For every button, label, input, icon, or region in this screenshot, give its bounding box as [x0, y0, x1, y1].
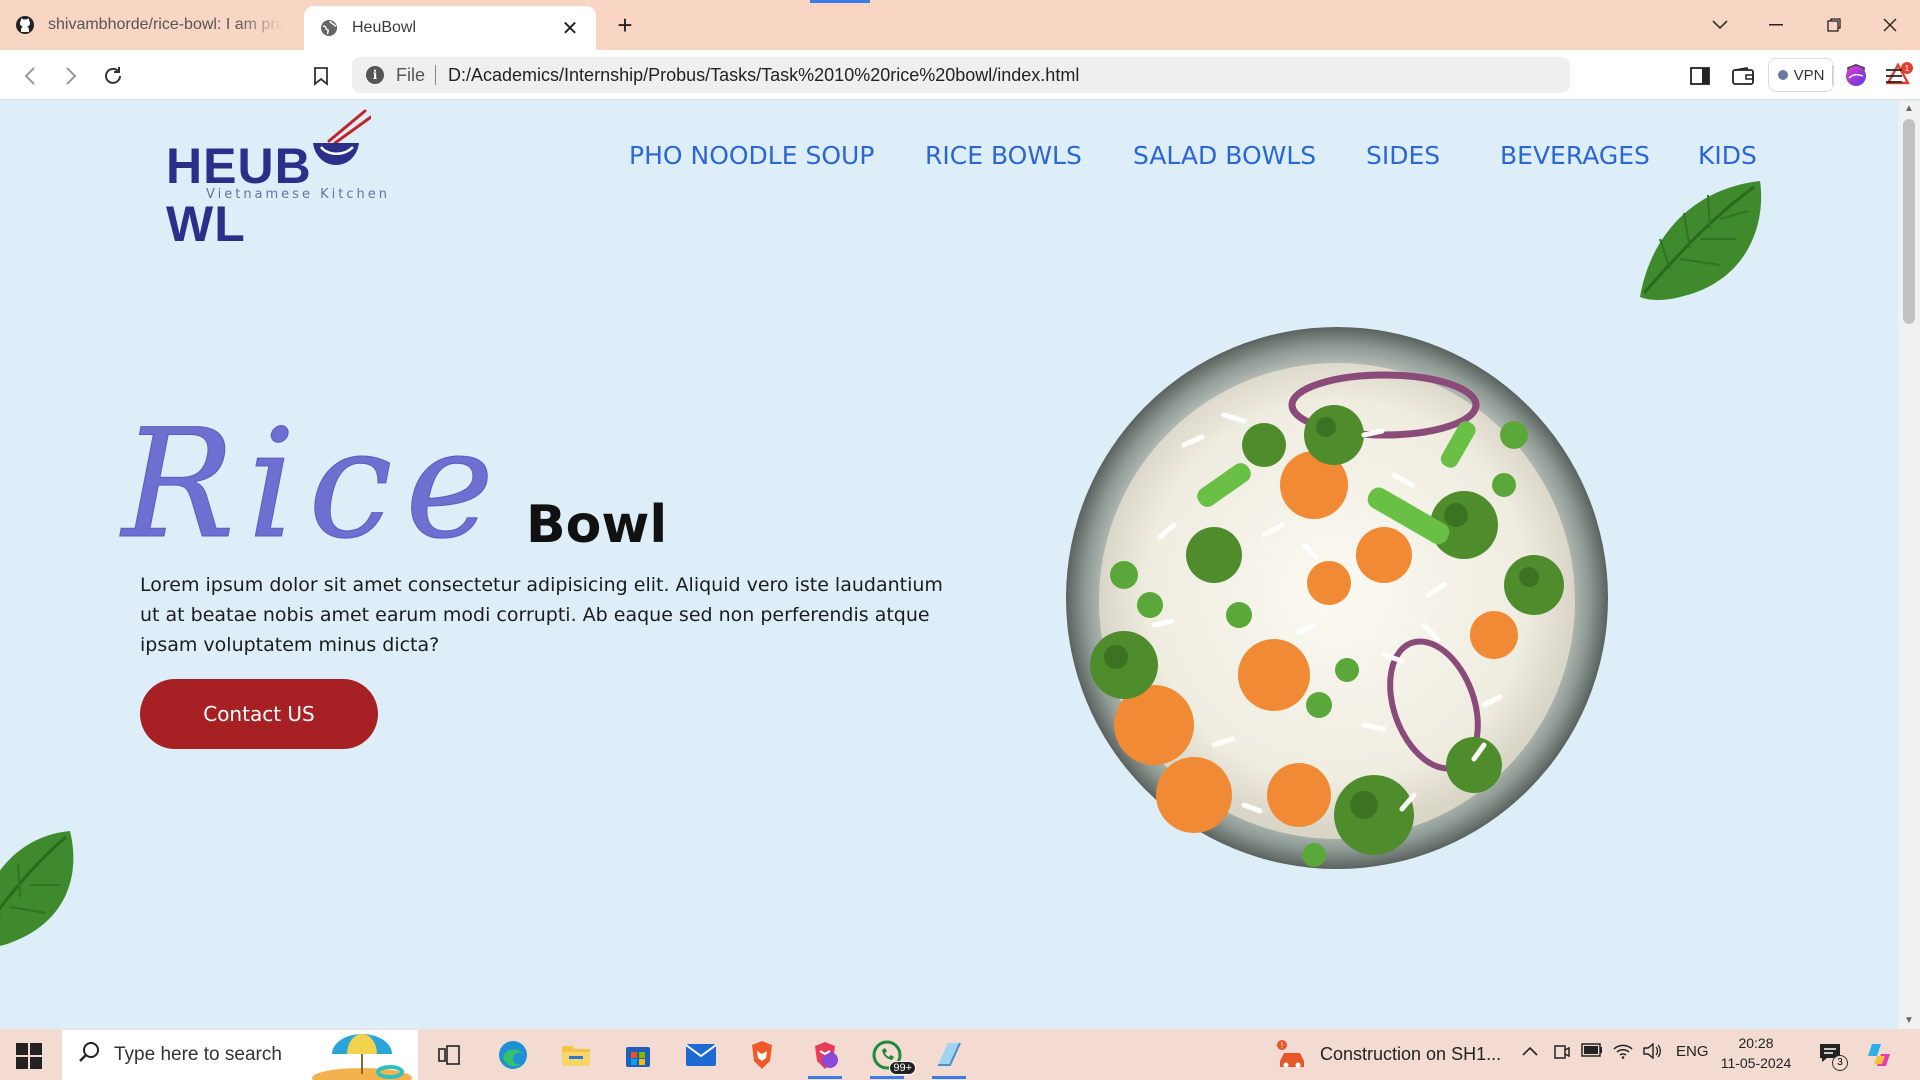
brave-browser-icon[interactable] — [741, 1035, 783, 1075]
taskbar-search-input[interactable]: Type here to search — [62, 1030, 418, 1080]
browser-tab-strip: shivambhorde/rice-bowl: I am practi HeuB… — [0, 0, 1920, 50]
restore-button[interactable] — [1814, 8, 1854, 42]
battery-icon[interactable] — [1581, 1043, 1603, 1061]
vpn-button[interactable]: VPN — [1768, 58, 1834, 92]
tab-github[interactable]: shivambhorde/rice-bowl: I am practi — [0, 6, 298, 44]
close-tab-icon[interactable]: ✕ — [558, 16, 582, 40]
site-logo[interactable]: HEUBWL Vietnamese Kitchen — [166, 107, 426, 252]
wifi-icon[interactable] — [1613, 1043, 1633, 1063]
minimize-button[interactable] — [1756, 8, 1796, 42]
clock-date: 11-05-2024 — [1720, 1055, 1792, 1071]
nav-rice-bowls[interactable]: RICE BOWLS — [925, 141, 1082, 170]
whatsapp-badge: 99+ — [889, 1061, 916, 1075]
webpage: HEUBWL Vietnamese Kitchen PHO NOODLE SOU… — [0, 101, 1898, 1029]
vpn-label: VPN — [1793, 66, 1825, 84]
notification-count: 3 — [1832, 1055, 1848, 1071]
site-info-icon[interactable]: i — [366, 66, 384, 84]
bookmark-icon[interactable] — [305, 60, 337, 92]
hero-title: Bowl — [526, 495, 668, 555]
tab-strip-accent — [810, 0, 870, 3]
search-placeholder: Type here to search — [114, 1044, 282, 1065]
rice-bowl-image — [1066, 327, 1608, 869]
nav-kids[interactable]: KIDS — [1698, 141, 1757, 170]
logo-text-b: WL — [166, 196, 246, 252]
contact-us-button[interactable]: Contact US — [140, 679, 378, 749]
windows-taskbar: Type here to search 99+ ! Construction o… — [0, 1029, 1920, 1080]
copilot-icon[interactable] — [1858, 1035, 1900, 1075]
github-icon — [14, 14, 36, 36]
windows-start-icon[interactable] — [10, 1039, 50, 1073]
tab-title: HeuBowl — [352, 19, 417, 36]
show-hidden-icons-chevron-icon[interactable] — [1522, 1043, 1538, 1060]
vpn-status-icon — [1777, 70, 1788, 80]
url-separator — [435, 65, 437, 85]
logo-subtitle: Vietnamese Kitchen — [206, 187, 390, 202]
new-tab-button[interactable]: + — [610, 10, 640, 40]
mail-icon[interactable] — [680, 1035, 722, 1075]
browser-toolbar: i File D:/Academics/Internship/Probus/Ta… — [0, 50, 1920, 100]
edge-browser-icon[interactable] — [492, 1035, 534, 1075]
notes-app-icon[interactable] — [928, 1035, 970, 1079]
address-bar[interactable]: i File D:/Academics/Internship/Probus/Ta… — [352, 57, 1913, 93]
scroll-thumb[interactable] — [1903, 119, 1915, 324]
forward-button[interactable] — [55, 60, 87, 92]
sidebar-toggle-icon[interactable] — [1684, 60, 1716, 92]
volume-icon[interactable] — [1642, 1042, 1662, 1063]
globe-icon — [318, 17, 340, 39]
tab-search-chevron-icon[interactable] — [1700, 8, 1740, 42]
url-text[interactable]: D:/Academics/Internship/Probus/Tasks/Tas… — [448, 65, 1079, 86]
page-scrollbar[interactable]: ▲ ▼ — [1898, 101, 1920, 1029]
file-explorer-icon[interactable] — [555, 1035, 597, 1075]
url-scheme-label: File — [396, 64, 426, 85]
nav-sides[interactable]: SIDES — [1366, 141, 1440, 170]
logo-text-a: HEUB — [166, 138, 312, 194]
scroll-down-arrow-icon[interactable]: ▼ — [1903, 1015, 1915, 1027]
search-icon — [78, 1041, 100, 1069]
leo-ai-icon[interactable] — [1840, 60, 1872, 92]
mint-leaf-image — [0, 831, 74, 946]
language-indicator[interactable]: ENG — [1676, 1043, 1709, 1060]
tab-title: shivambhorde/rice-bowl: I am practi — [48, 16, 284, 33]
microsoft-store-icon[interactable] — [617, 1035, 659, 1075]
beach-umbrella-icon — [312, 1034, 412, 1080]
reload-button[interactable] — [97, 60, 129, 92]
taskbar-clock[interactable]: 20:28 11-05-2024 — [1716, 1033, 1796, 1073]
nav-pho-noodle-soup[interactable]: PHO NOODLE SOUP — [629, 141, 874, 170]
wallet-icon[interactable] — [1727, 60, 1759, 92]
meet-now-icon[interactable] — [1553, 1043, 1571, 1065]
task-view-icon[interactable] — [428, 1035, 470, 1075]
traffic-alert-icon: ! — [1277, 1040, 1304, 1068]
nav-beverages[interactable]: BEVERAGES — [1500, 141, 1650, 170]
mint-leaf-image — [1640, 181, 1762, 300]
nav-salad-bowls[interactable]: SALAD BOWLS — [1133, 141, 1316, 170]
tab-heubowl[interactable]: HeuBowl ✕ — [304, 6, 596, 50]
hero-description: Lorem ipsum dolor sit amet consectetur a… — [140, 574, 943, 656]
hero-script-text: Rice — [119, 401, 494, 571]
weather-widget[interactable]: ! Construction on SH1... — [1276, 1039, 1501, 1069]
back-button[interactable] — [14, 60, 46, 92]
scroll-up-arrow-icon[interactable]: ▲ — [1903, 103, 1915, 115]
clock-time: 20:28 — [1738, 1035, 1774, 1051]
close-window-button[interactable] — [1870, 8, 1910, 42]
hero-script-word: Rice — [118, 398, 503, 573]
svg-text:!: ! — [1281, 1041, 1283, 1050]
menu-icon[interactable] — [1878, 60, 1910, 92]
whatsapp-icon[interactable]: 99+ — [866, 1035, 916, 1079]
brave-beta-browser-icon[interactable] — [804, 1035, 846, 1079]
weather-text: Construction on SH1... — [1320, 1043, 1502, 1064]
